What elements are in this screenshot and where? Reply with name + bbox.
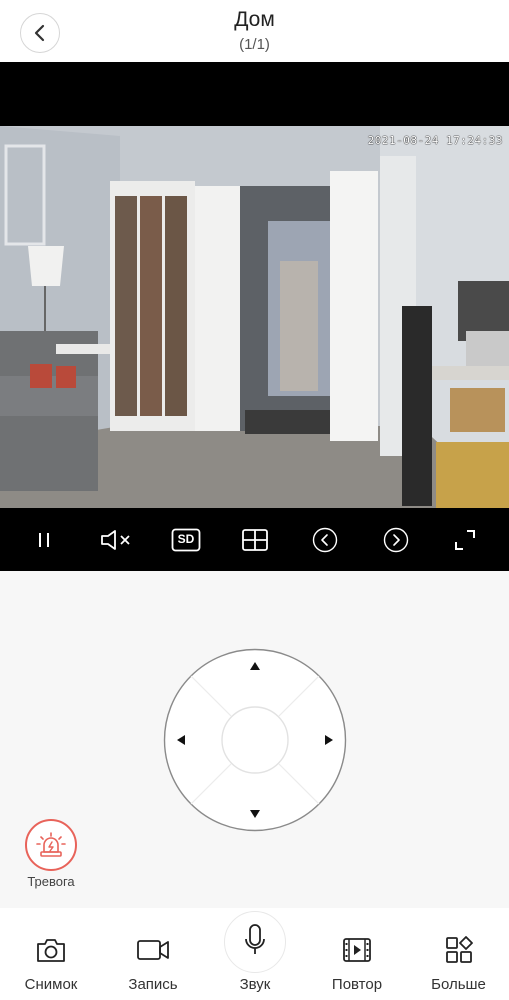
talk-button[interactable]: Звук	[204, 908, 306, 1000]
header: Дом (1/1)	[0, 0, 509, 62]
previous-camera-button[interactable]	[307, 522, 343, 558]
playback-button[interactable]: Повтор	[306, 908, 408, 1000]
arrow-right-circle-icon	[383, 527, 409, 553]
room-scene-image	[0, 126, 509, 508]
next-camera-button[interactable]	[378, 522, 414, 558]
siren-icon	[36, 832, 66, 857]
ptz-panel: Тревога	[0, 571, 509, 908]
fullscreen-button[interactable]	[447, 522, 483, 558]
video-camera-icon	[136, 934, 170, 966]
snapshot-button[interactable]: Снимок	[0, 908, 102, 1000]
pan-right-icon[interactable]	[324, 734, 334, 746]
bottom-toolbar: Снимок Запись Звук Повтор Больше	[0, 908, 509, 1000]
quality-label: SD	[177, 532, 195, 546]
pan-down-icon[interactable]	[249, 809, 261, 819]
alarm-button[interactable]	[25, 819, 77, 871]
mute-button[interactable]	[99, 522, 135, 558]
fullscreen-icon	[455, 530, 475, 550]
talk-label: Звук	[239, 976, 271, 993]
microphone-icon	[238, 924, 272, 956]
more-grid-icon	[442, 934, 476, 966]
pause-button[interactable]	[26, 522, 62, 558]
speaker-muted-icon	[101, 530, 130, 550]
camera-counter: (1/1)	[239, 36, 270, 53]
grid-view-icon	[242, 529, 268, 551]
arrow-left-circle-icon	[312, 527, 338, 553]
pan-left-icon[interactable]	[176, 734, 186, 746]
quality-button[interactable]: SD	[168, 522, 204, 558]
camera-icon	[34, 934, 68, 966]
multiview-button[interactable]	[237, 522, 273, 558]
direction-pad-icon	[163, 648, 347, 832]
video-letterbox-top	[0, 62, 509, 126]
video-timestamp: 2021-08-24 17:24:33	[367, 134, 503, 147]
camera-live-view[interactable]: 2021-08-24 17:24:33	[0, 126, 509, 508]
playback-label: Повтор	[331, 976, 383, 993]
page-title: Дом	[234, 8, 275, 31]
more-button[interactable]: Больше	[408, 908, 509, 1000]
record-button[interactable]: Запись	[102, 908, 204, 1000]
film-playback-icon	[340, 934, 374, 966]
ptz-joystick[interactable]	[163, 648, 347, 832]
more-label: Больше	[431, 976, 486, 993]
alarm-label: Тревога	[27, 874, 75, 889]
pan-up-icon[interactable]	[249, 661, 261, 671]
record-label: Запись	[128, 976, 178, 993]
video-control-bar: SD	[0, 508, 509, 571]
pause-icon	[39, 533, 49, 547]
snapshot-label: Снимок	[24, 976, 78, 993]
